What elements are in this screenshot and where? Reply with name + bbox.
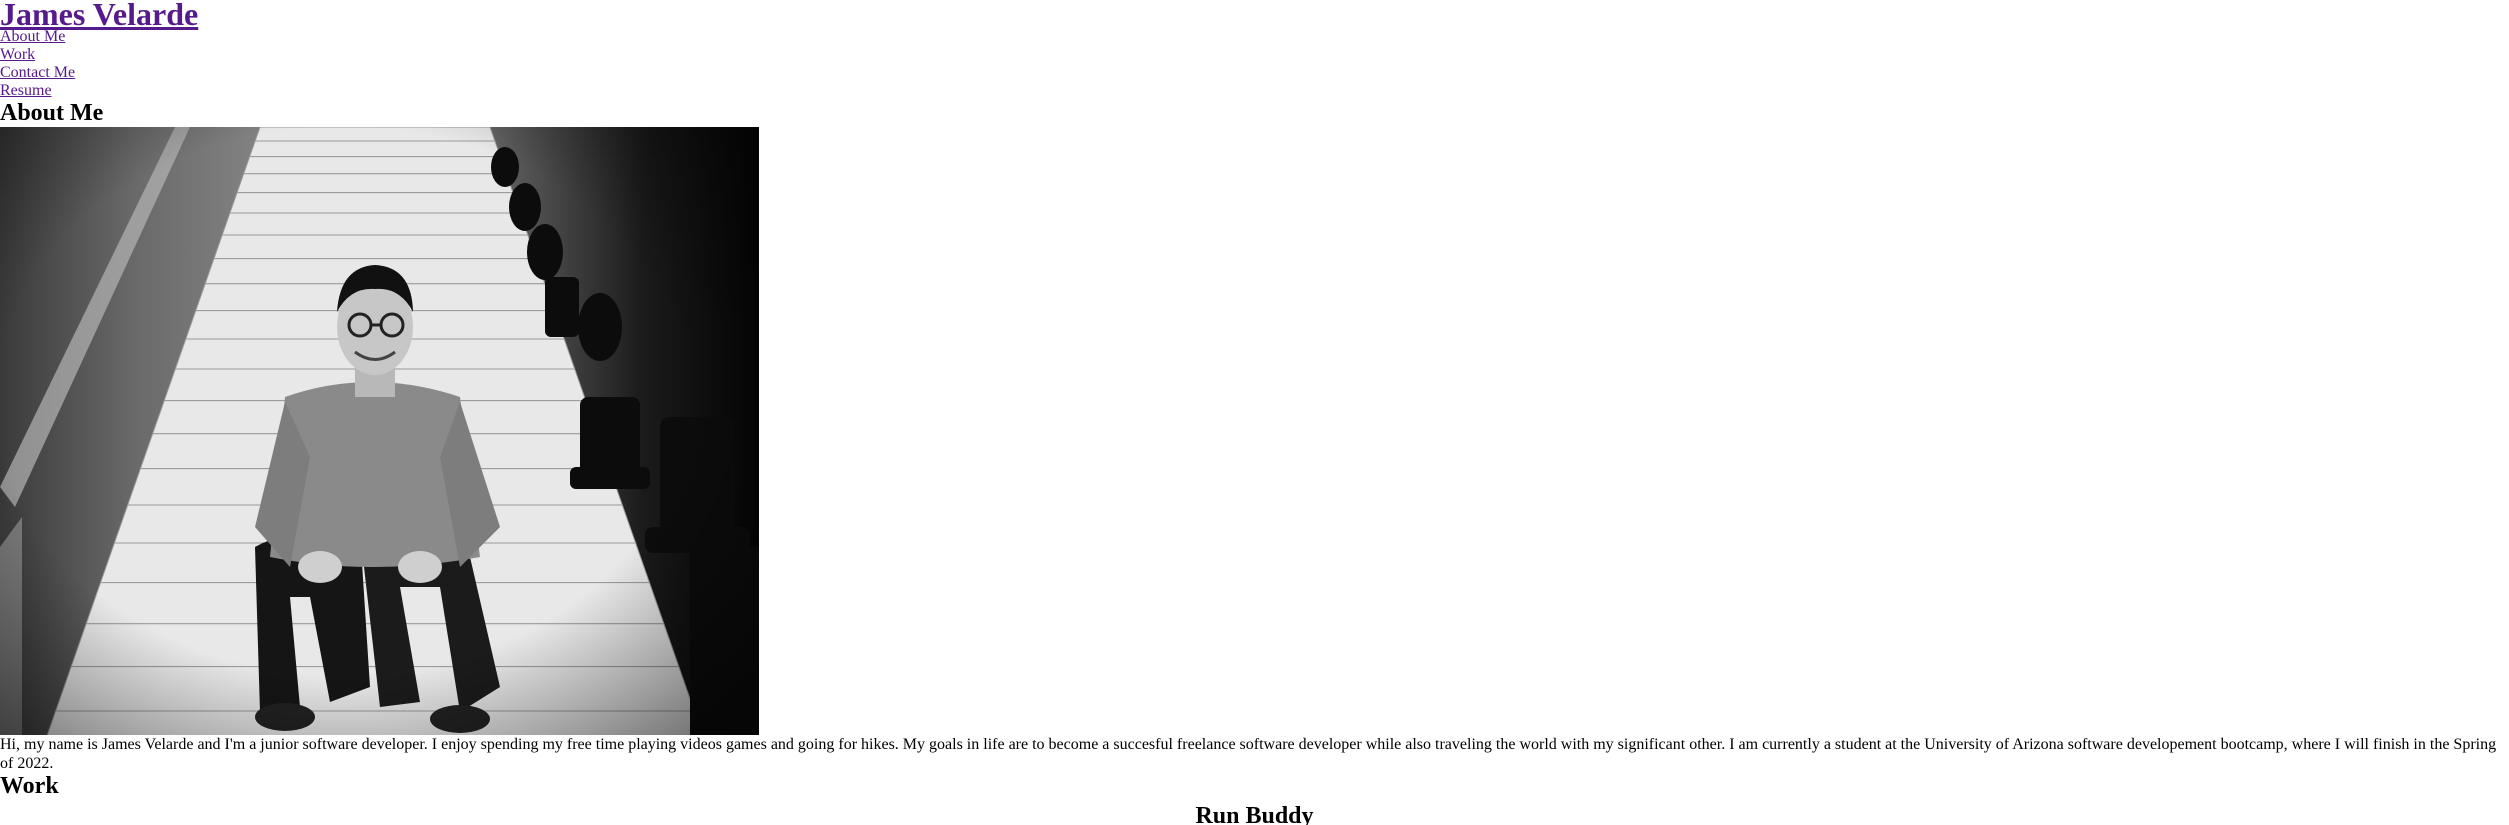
main-nav: About Me Work Contact Me Resume — [0, 28, 2509, 100]
nav-item-contact: Contact Me — [0, 64, 2509, 82]
nav-list: About Me Work Contact Me Resume — [0, 28, 2509, 100]
nav-link-about[interactable]: About Me — [0, 28, 65, 45]
site-header: James Velarde About Me Work Contact Me R… — [0, 0, 2509, 100]
nav-link-contact[interactable]: Contact Me — [0, 64, 75, 81]
portrait-photo — [0, 127, 759, 735]
about-section: About Me Hi, my name is James Velarde an… — [0, 100, 2509, 773]
site-title: James Velarde — [0, 0, 2509, 30]
nav-item-about: About Me — [0, 28, 2509, 46]
nav-link-work[interactable]: Work — [0, 46, 35, 63]
nav-link-resume[interactable]: Resume — [0, 82, 52, 99]
work-section: Work Run Buddy — [0, 773, 2509, 825]
project-title-run-buddy: Run Buddy — [1195, 803, 1314, 825]
about-heading: About Me — [0, 100, 104, 126]
nav-item-resume: Resume — [0, 82, 2509, 100]
work-heading: Work — [0, 773, 59, 799]
nav-item-work: Work — [0, 46, 2509, 64]
bio-paragraph: Hi, my name is James Velarde and I'm a j… — [0, 736, 2497, 772]
